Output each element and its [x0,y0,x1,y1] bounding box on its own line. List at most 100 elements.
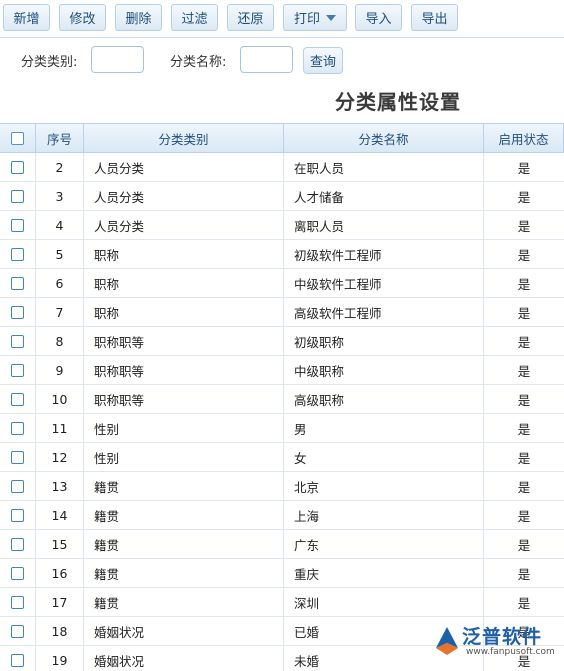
row-category: 人员分类 [84,153,284,181]
row-no: 19 [36,646,84,671]
row-checkbox[interactable] [11,392,24,406]
row-status: 是 [517,508,531,524]
table-row[interactable]: 10 职称职等 高级职称 是 [0,385,564,414]
select-all-checkbox[interactable] [11,131,24,145]
row-checkbox[interactable] [11,479,24,493]
row-checkbox[interactable] [11,160,24,174]
row-status: 是 [517,305,531,321]
header-category[interactable]: 分类类别 [84,124,284,152]
table-row[interactable]: 9 职称职等 中级职称 是 [0,356,564,385]
row-checkbox[interactable] [11,334,24,348]
row-checkbox[interactable] [11,305,24,319]
row-checkbox[interactable] [11,653,24,667]
header-no[interactable]: 序号 [36,124,84,152]
table-row[interactable]: 13 籍贯 北京 是 [0,472,564,501]
brand-logo: 泛普软件 www.fanpusoft.com [432,622,562,662]
row-no: 10 [36,385,84,413]
row-checkbox[interactable] [11,276,24,290]
row-checkbox[interactable] [11,450,24,464]
edit-button[interactable]: 修改 [59,4,106,31]
row-name: 高级软件工程师 [284,298,484,326]
row-no: 8 [36,327,84,355]
row-checkbox[interactable] [11,508,24,522]
print-dropdown-button[interactable]: 打印 [283,4,347,31]
row-status: 是 [517,566,531,582]
table-row[interactable]: 12 性别女 是 [0,443,564,472]
row-checkbox[interactable] [11,247,24,261]
row-checkbox[interactable] [11,189,24,203]
filter-button[interactable]: 过滤 [171,4,218,31]
header-status[interactable]: 启用状态 [484,124,564,152]
table-row[interactable]: 15 籍贯 广东 是 [0,530,564,559]
row-checkbox[interactable] [11,421,24,435]
table-row[interactable]: 7 职称 高级软件工程师 是 [0,298,564,327]
header-name[interactable]: 分类名称 [284,124,484,152]
restore-button[interactable]: 还原 [227,4,274,31]
row-category: 职称职等 [84,356,284,384]
row-category: 性别 [84,414,284,442]
table-row[interactable]: 6 职称 中级软件工程师 是 [0,269,564,298]
table-row[interactable]: 14 籍贯 上海 是 [0,501,564,530]
row-category: 籍贯 [84,530,284,558]
row-select-cell [0,153,36,181]
import-button[interactable]: 导入 [355,4,402,31]
edit-button-label: 修改 [69,12,96,27]
row-status: 是 [517,218,531,234]
row-no: 14 [36,501,84,529]
row-name: 离职人员 [284,211,484,239]
query-button[interactable]: 查询 [303,47,343,74]
table-row[interactable]: 8 职称职等 初级职称 是 [0,327,564,356]
row-no: 9 [36,356,84,384]
delete-button[interactable]: 删除 [115,4,162,31]
row-no: 11 [36,414,84,442]
row-name: 中级职称 [284,356,484,384]
name-search-input[interactable] [240,46,293,73]
row-category: 职称 [84,240,284,268]
row-name: 重庆 [284,559,484,587]
table-row[interactable]: 16 籍贯 重庆 是 [0,559,564,588]
row-name: 人才储备 [284,182,484,210]
category-search-input[interactable] [91,46,144,73]
row-no: 5 [36,240,84,268]
row-no: 15 [36,530,84,558]
row-category: 性别 [84,443,284,471]
page-title: 分类属性设置 [335,90,461,114]
table-row[interactable]: 3 人员分类 人才储备 是 [0,182,564,211]
row-status: 是 [517,421,531,437]
row-name: 高级职称 [284,385,484,413]
table-row[interactable]: 5 职称 初级软件工程师 是 [0,240,564,269]
row-no: 3 [36,182,84,210]
row-select-cell [0,298,36,326]
export-button[interactable]: 导出 [411,4,458,31]
row-status: 是 [517,450,531,466]
row-select-cell [0,617,36,645]
category-search-label: 分类类别: [21,55,78,70]
row-checkbox[interactable] [11,537,24,551]
table-row[interactable]: 17 籍贯 深圳 是 [0,588,564,617]
row-checkbox[interactable] [11,218,24,232]
row-name: 女 [284,443,484,471]
row-checkbox[interactable] [11,566,24,580]
row-checkbox[interactable] [11,595,24,609]
row-select-cell [0,559,36,587]
table-row[interactable]: 2 人员分类 在职人员 是 [0,153,564,182]
row-name: 初级职称 [284,327,484,355]
row-category: 籍贯 [84,501,284,529]
row-name: 初级软件工程师 [284,240,484,268]
row-select-cell [0,356,36,384]
row-select-cell [0,327,36,355]
table-row[interactable]: 4 人员分类 离职人员 是 [0,211,564,240]
restore-button-label: 还原 [237,12,264,27]
row-no: 17 [36,588,84,616]
row-category: 婚姻状况 [84,617,284,645]
row-name: 在职人员 [284,153,484,181]
chevron-down-icon [326,15,336,21]
row-checkbox[interactable] [11,624,24,638]
row-no: 7 [36,298,84,326]
table-header: 序号 分类类别 分类名称 启用状态 [0,123,564,153]
row-checkbox[interactable] [11,363,24,377]
logo-brand-text: 泛普软件 [462,626,543,648]
table-row[interactable]: 11 性别男 是 [0,414,564,443]
row-no: 2 [36,153,84,181]
add-button[interactable]: 新增 [3,4,50,31]
